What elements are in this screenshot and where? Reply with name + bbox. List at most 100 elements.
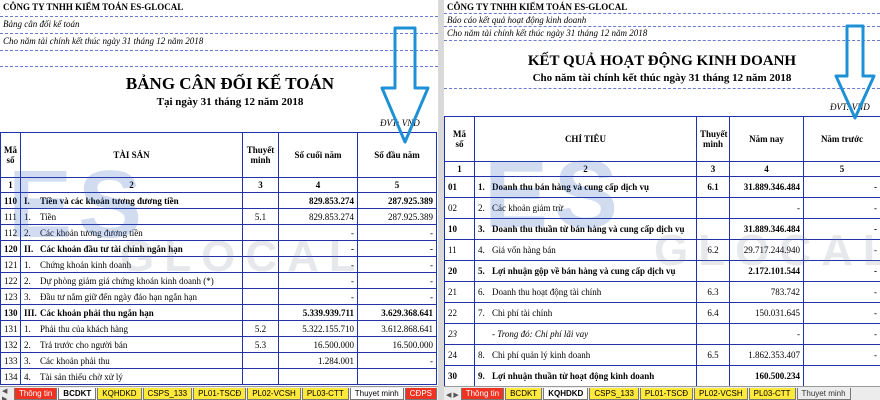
row-label-cell[interactable]: 3. Đầu tư nắm giữ đến ngày đáo hạn ngắn h… — [20, 288, 243, 305]
row-end-value[interactable]: - — [278, 256, 358, 273]
sheet-nav-buttons[interactable]: ◀ ▶ — [444, 389, 461, 400]
row-this-year[interactable]: 2.172.101.544 — [729, 260, 804, 282]
row-note[interactable] — [242, 256, 279, 273]
row-end-value[interactable]: - — [278, 288, 358, 305]
row-begin-value[interactable]: - — [357, 352, 437, 369]
row-code[interactable]: 130 — [0, 304, 21, 321]
row-note[interactable]: 5.2 — [242, 320, 279, 337]
sheet-tab[interactable]: PL01-TSCĐ — [193, 388, 247, 400]
row-last-year[interactable]: - — [803, 323, 880, 345]
row-note[interactable] — [242, 352, 279, 369]
row-label-cell[interactable]: 1. Phải thu của khách hàng — [20, 320, 243, 337]
row-note[interactable] — [242, 272, 279, 289]
row-last-year[interactable]: - — [803, 281, 880, 303]
row-note[interactable]: 6.3 — [696, 281, 730, 303]
sheet-tab[interactable]: PL03-CTT — [748, 388, 796, 400]
row-code[interactable]: 01 — [444, 176, 475, 198]
sheet-tab[interactable]: Thông tin — [13, 388, 58, 400]
row-end-value[interactable]: - — [278, 240, 358, 257]
row-note[interactable]: 5.3 — [242, 336, 279, 353]
row-label-cell[interactable]: 2. Dự phòng giảm giá chứng khoán kinh doa… — [20, 272, 243, 289]
row-last-year[interactable]: - — [803, 197, 880, 219]
row-label-cell[interactable]: 2. Các khoản tương đương tiền — [20, 224, 243, 241]
row-label-cell[interactable]: 5. Lợi nhuận gộp về bán hàng và cung cấp … — [474, 260, 697, 282]
row-code[interactable]: 132 — [0, 336, 21, 353]
row-code[interactable]: 123 — [0, 288, 21, 305]
row-code[interactable]: 134 — [0, 368, 21, 385]
row-begin-value[interactable]: 287.925.389 — [357, 192, 437, 209]
row-label-cell[interactable]: 4. Tài sản thiếu chờ xử lý — [20, 368, 243, 385]
row-last-year[interactable]: - — [803, 239, 880, 261]
sheet-tab[interactable]: PL02-VCSH — [247, 388, 301, 400]
row-note[interactable] — [696, 260, 730, 282]
row-code[interactable]: 30 — [444, 365, 475, 387]
row-code[interactable]: 02 — [444, 197, 475, 219]
row-last-year[interactable] — [803, 365, 880, 387]
sheet-tab[interactable]: CĐPS — [404, 388, 437, 400]
row-begin-value[interactable]: - — [357, 288, 437, 305]
row-last-year[interactable]: - — [803, 344, 880, 366]
row-this-year[interactable]: 160.500.234 — [729, 365, 804, 387]
row-label-cell[interactable]: 1. Chứng khoán kinh doanh — [20, 256, 243, 273]
row-last-year[interactable]: - — [803, 176, 880, 198]
row-this-year[interactable]: - — [729, 197, 804, 219]
row-begin-value[interactable]: - — [357, 272, 437, 289]
sheet-tab[interactable]: PL02-VCSH — [694, 388, 748, 400]
row-code[interactable]: 120 — [0, 240, 21, 257]
row-note[interactable]: 5.1 — [242, 208, 279, 225]
row-begin-value[interactable]: 3.629.368.641 — [357, 304, 437, 321]
row-last-year[interactable]: - — [803, 218, 880, 240]
sheet-tab[interactable]: Thuyet minh — [796, 388, 851, 400]
sheet-tab[interactable]: KQHDKD — [543, 388, 589, 400]
row-this-year[interactable]: 29.717.244.940 — [729, 239, 804, 261]
sheet-tab[interactable]: Thuyet minh — [349, 388, 404, 400]
sheet-nav-buttons[interactable]: ◀ ▶ — [0, 388, 14, 400]
row-code[interactable]: 23 — [444, 323, 475, 345]
sheet-tab[interactable]: BCDKT — [505, 388, 543, 400]
row-note[interactable] — [696, 323, 730, 345]
row-end-value[interactable]: 829.853.274 — [278, 208, 358, 225]
row-note[interactable] — [242, 240, 279, 257]
row-begin-value[interactable]: - — [357, 256, 437, 273]
row-label-cell[interactable]: III. Các khoản phải thu ngắn hạn — [20, 304, 243, 321]
row-code[interactable]: 21 — [444, 281, 475, 303]
row-code[interactable]: 11 — [444, 239, 475, 261]
row-end-value[interactable]: 5.339.939.711 — [278, 304, 358, 321]
row-note[interactable]: 6.4 — [696, 302, 730, 324]
row-label-cell[interactable]: 2. Trả trước cho người bán — [20, 336, 243, 353]
row-code[interactable]: 122 — [0, 272, 21, 289]
row-this-year[interactable]: 783.742 — [729, 281, 804, 303]
row-label-cell[interactable]: 3. Doanh thu thuần từ bán hàng và cung cấ… — [474, 218, 697, 240]
sheet-tab[interactable]: PL01-TSCĐ — [639, 388, 694, 400]
row-label-cell[interactable]: 1. Tiền — [20, 208, 243, 225]
sheet-tab[interactable]: CSPS_133 — [589, 388, 639, 400]
row-end-value[interactable] — [278, 368, 358, 385]
row-label-cell[interactable]: 1. Doanh thu bán hàng và cung cấp dịch vụ — [474, 176, 697, 198]
sheet-tab[interactable]: KQHDKD — [97, 388, 142, 400]
row-label-cell[interactable]: 2. Các khoản giảm trừ — [474, 197, 697, 219]
row-this-year[interactable]: - — [729, 323, 804, 345]
row-note[interactable]: 6.5 — [696, 344, 730, 366]
row-last-year[interactable]: - — [803, 302, 880, 324]
row-begin-value[interactable]: - — [357, 224, 437, 241]
row-code[interactable]: 133 — [0, 352, 21, 369]
row-note[interactable] — [242, 288, 279, 305]
row-code[interactable]: 112 — [0, 224, 21, 241]
row-begin-value[interactable]: 287.925.389 — [357, 208, 437, 225]
row-label-cell[interactable]: 3. Các khoản phải thu — [20, 352, 243, 369]
row-label-cell[interactable]: II. Các khoản đầu tư tài chính ngắn hạn — [20, 240, 243, 257]
row-note[interactable] — [242, 192, 279, 209]
row-begin-value[interactable]: - — [357, 240, 437, 257]
row-end-value[interactable]: 16.500.000 — [278, 336, 358, 353]
row-note[interactable]: 6.1 — [696, 176, 730, 198]
row-code[interactable]: 20 — [444, 260, 475, 282]
row-end-value[interactable]: - — [278, 272, 358, 289]
row-note[interactable] — [242, 224, 279, 241]
row-this-year[interactable]: 31.889.346.484 — [729, 176, 804, 198]
row-end-value[interactable]: 829.853.274 — [278, 192, 358, 209]
row-note[interactable]: 6.2 — [696, 239, 730, 261]
row-code[interactable]: 131 — [0, 320, 21, 337]
row-label-cell[interactable]: - Trong đó: Chi phí lãi vay — [474, 323, 697, 345]
row-label-cell[interactable]: 8. Chi phí quản lý kinh doanh — [474, 344, 697, 366]
row-this-year[interactable]: 1.862.353.407 — [729, 344, 804, 366]
